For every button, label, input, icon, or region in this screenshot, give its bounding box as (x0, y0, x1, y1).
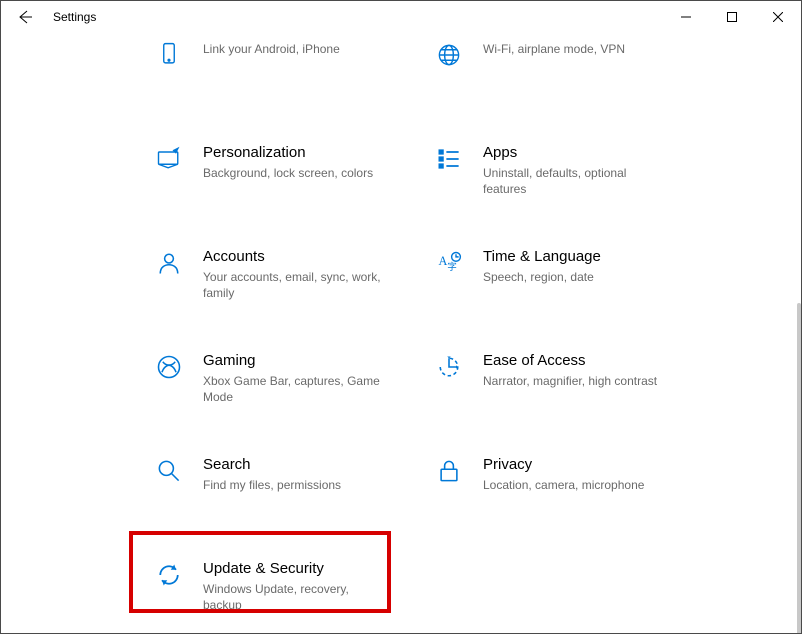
search-icon (149, 455, 189, 485)
close-icon (773, 12, 783, 22)
accounts-icon (149, 247, 189, 277)
time-language-icon: A 字 (429, 247, 469, 277)
gaming-icon (149, 351, 189, 381)
tile-apps[interactable]: Apps Uninstall, defaults, optional featu… (421, 137, 701, 207)
tile-phone-desc: Link your Android, iPhone (203, 41, 383, 57)
tile-accounts[interactable]: Accounts Your accounts, email, sync, wor… (141, 241, 421, 311)
close-button[interactable] (755, 1, 801, 33)
tile-ease-of-access-title: Ease of Access (483, 351, 693, 371)
apps-icon (429, 143, 469, 173)
tile-gaming-title: Gaming (203, 351, 413, 371)
phone-icon (149, 39, 189, 69)
tile-time-language-desc: Speech, region, date (483, 269, 663, 285)
tile-time-language-title: Time & Language (483, 247, 693, 267)
minimize-button[interactable] (663, 1, 709, 33)
tile-ease-of-access[interactable]: Ease of Access Narrator, magnifier, high… (421, 345, 701, 415)
tile-update-security-title: Update & Security (203, 559, 413, 579)
tile-phone[interactable]: Link your Android, iPhone (141, 33, 421, 103)
tile-personalization-title: Personalization (203, 143, 413, 163)
privacy-icon (429, 455, 469, 485)
svg-text:A: A (439, 254, 448, 268)
back-button[interactable] (1, 1, 49, 33)
window-title: Settings (53, 10, 96, 24)
tile-apps-desc: Uninstall, defaults, optional features (483, 165, 663, 197)
arrow-left-icon (17, 9, 33, 25)
tile-gaming[interactable]: Gaming Xbox Game Bar, captures, Game Mod… (141, 345, 421, 415)
tile-search-desc: Find my files, permissions (203, 477, 383, 493)
scrollbar[interactable] (797, 303, 801, 633)
tile-network-desc: Wi-Fi, airplane mode, VPN (483, 41, 663, 57)
tile-ease-of-access-desc: Narrator, magnifier, high contrast (483, 373, 663, 389)
tile-accounts-title: Accounts (203, 247, 413, 267)
maximize-button[interactable] (709, 1, 755, 33)
tile-update-security-desc: Windows Update, recovery, backup (203, 581, 383, 613)
settings-grid: Link your Android, iPhone Wi-Fi, airplan… (141, 33, 771, 623)
personalization-icon (149, 143, 189, 173)
titlebar: Settings (1, 1, 801, 33)
tile-personalization-desc: Background, lock screen, colors (203, 165, 383, 181)
tile-personalization[interactable]: Personalization Background, lock screen,… (141, 137, 421, 207)
tile-search-title: Search (203, 455, 413, 475)
tile-privacy[interactable]: Privacy Location, camera, microphone (421, 449, 701, 519)
tile-network[interactable]: Wi-Fi, airplane mode, VPN (421, 33, 701, 103)
content-area: Link your Android, iPhone Wi-Fi, airplan… (1, 33, 801, 633)
tile-accounts-desc: Your accounts, email, sync, work, family (203, 269, 383, 301)
tile-privacy-desc: Location, camera, microphone (483, 477, 663, 493)
tile-privacy-title: Privacy (483, 455, 693, 475)
tile-apps-title: Apps (483, 143, 693, 163)
globe-icon (429, 39, 469, 69)
tile-time-language[interactable]: A 字 Time & Language Speech, region, date (421, 241, 701, 311)
tile-search[interactable]: Search Find my files, permissions (141, 449, 421, 519)
tile-update-security[interactable]: Update & Security Windows Update, recove… (141, 553, 421, 623)
update-security-icon (149, 559, 189, 589)
svg-text:字: 字 (447, 261, 457, 273)
window-controls (663, 1, 801, 33)
maximize-icon (727, 12, 737, 22)
tile-gaming-desc: Xbox Game Bar, captures, Game Mode (203, 373, 383, 405)
ease-of-access-icon (429, 351, 469, 381)
minimize-icon (681, 12, 691, 22)
